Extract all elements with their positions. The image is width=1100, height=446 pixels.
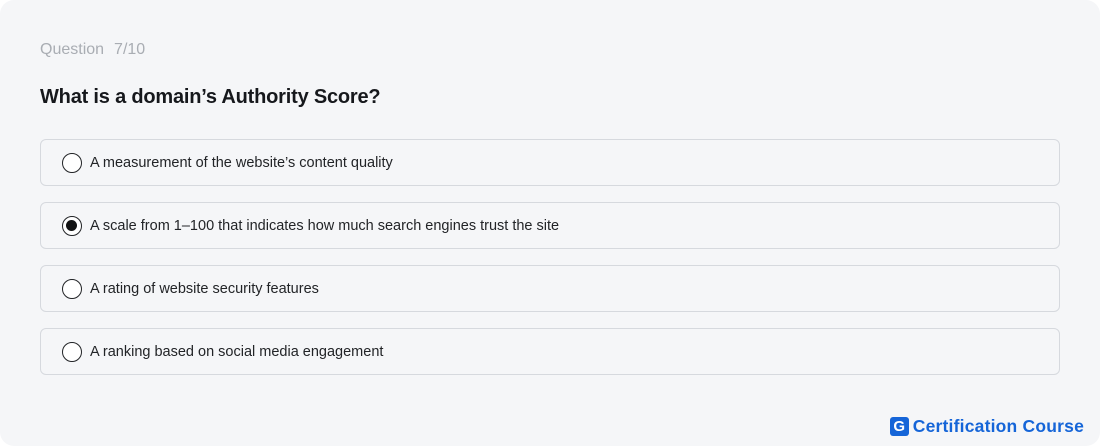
brand-logo-letter: G	[893, 418, 906, 435]
radio-button[interactable]	[62, 341, 82, 362]
answer-option-label: A measurement of the website’s content q…	[90, 154, 393, 171]
progress-label: Question	[40, 41, 105, 58]
answer-option-label: A scale from 1–100 that indicates how mu…	[90, 217, 560, 234]
question-progress: Question 7/10	[40, 40, 145, 60]
radio-button-selected[interactable]	[62, 215, 82, 236]
answer-option-label: A rating of website security features	[90, 280, 319, 297]
quiz-card: Question 7/10 What is a domain’s Authorit…	[0, 0, 1100, 446]
progress-count: 7/10	[114, 41, 146, 58]
brand-logo: G Certification Course	[889, 416, 1084, 437]
answer-option-label: A ranking based on social media engageme…	[90, 343, 384, 360]
answer-option-3[interactable]: A rating of website security features	[40, 265, 1060, 312]
brand-g-icon: G	[889, 417, 909, 436]
answer-options: A measurement of the website’s content q…	[40, 139, 1060, 391]
answer-option-2[interactable]: A scale from 1–100 that indicates how mu…	[40, 202, 1060, 249]
radio-button[interactable]	[62, 278, 82, 299]
radio-button[interactable]	[62, 152, 82, 173]
answer-option-4[interactable]: A ranking based on social media engageme…	[40, 328, 1060, 375]
question-title: What is a domain’s Authority Score?	[40, 86, 381, 108]
answer-option-1[interactable]: A measurement of the website’s content q…	[40, 139, 1060, 186]
brand-name: Certification Course	[912, 416, 1084, 436]
